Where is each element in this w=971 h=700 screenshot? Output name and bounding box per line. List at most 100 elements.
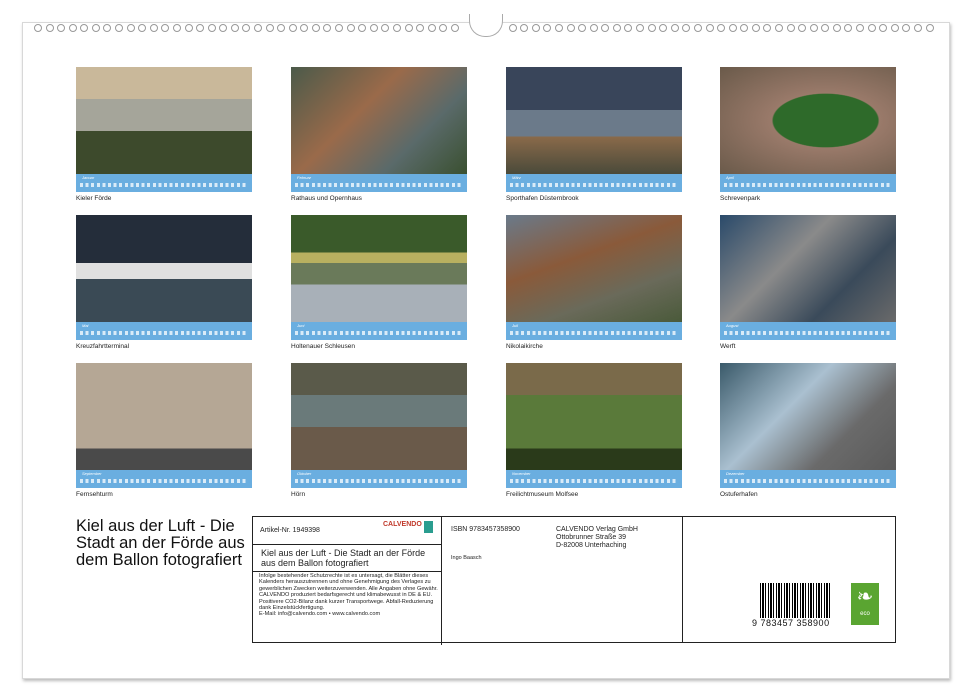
calendar-strip: Mai [76, 322, 252, 340]
ring [451, 24, 459, 32]
ring [428, 24, 436, 32]
ring [694, 24, 702, 32]
article-number: Artikel-Nr. 1949398 [260, 527, 320, 534]
day-row [724, 183, 892, 187]
ring [300, 24, 308, 32]
month-label: Oktober [297, 471, 311, 476]
month-photo [720, 67, 896, 174]
month-photo [76, 363, 252, 470]
month-photo [506, 363, 682, 470]
month-photo [506, 67, 682, 174]
ring [914, 24, 922, 32]
author: Ingo Baasch [451, 555, 482, 561]
ring [706, 24, 714, 32]
ring [798, 24, 806, 32]
eco-text: eco [860, 611, 870, 617]
ring [926, 24, 934, 32]
ring [671, 24, 679, 32]
ring [868, 24, 876, 32]
calendar-title: Kiel aus der Luft - Die Stadt an der För… [76, 518, 251, 569]
day-row [510, 331, 678, 335]
ring [150, 24, 158, 32]
ring [80, 24, 88, 32]
day-row [724, 331, 892, 335]
calendar-strip: April [720, 174, 896, 192]
month-photo [291, 363, 467, 470]
eco-label: ❧eco [851, 583, 879, 625]
month-tile: Dezember Ostuferhafen [720, 363, 896, 498]
publisher-address: CALVENDO Verlag GmbH Ottobrunner Straße … [556, 526, 638, 550]
month-photo [76, 215, 252, 322]
month-label: September [82, 471, 102, 476]
ring [821, 24, 829, 32]
month-tile: JanuarKieler Förde [76, 67, 252, 202]
ring [370, 24, 378, 32]
ring [740, 24, 748, 32]
month-label: November [512, 471, 530, 476]
day-row [80, 331, 248, 335]
ring [856, 24, 864, 32]
ring [196, 24, 204, 32]
ring [347, 24, 355, 32]
day-row [295, 331, 463, 335]
calendar-strip: März [506, 174, 682, 192]
ring [810, 24, 818, 32]
ring [844, 24, 852, 32]
ring [555, 24, 563, 32]
month-tile: OktoberHörn [291, 363, 467, 498]
month-label: Dezember [726, 471, 744, 476]
ring [729, 24, 737, 32]
calendar-strip: Januar [76, 174, 252, 192]
calendar-strip: Dezember [720, 470, 896, 488]
ring [520, 24, 528, 32]
isbn: ISBN 9783457358900 [451, 526, 520, 533]
ring [219, 24, 227, 32]
ring [590, 24, 598, 32]
month-photo [291, 67, 467, 174]
legal-notice: Infolge bestehender Schutzrechte ist es … [259, 573, 441, 611]
ring [103, 24, 111, 32]
month-label: März [512, 175, 521, 180]
ring [682, 24, 690, 32]
calendar-strip: September [76, 470, 252, 488]
month-label: Juli [512, 323, 518, 328]
ring [532, 24, 540, 32]
ring [92, 24, 100, 32]
photo-caption: Holtenauer Schleusen [291, 343, 467, 350]
publisher-city: D-82008 Unterhaching [556, 542, 638, 550]
ring [624, 24, 632, 32]
ring [138, 24, 146, 32]
ring [613, 24, 621, 32]
month-tile: Juni Holtenauer Schleusen [291, 215, 467, 350]
leaf-icon: ❧ [851, 583, 879, 611]
month-label: Januar [82, 175, 94, 180]
month-tile: AugustWerft [720, 215, 896, 350]
ring [208, 24, 216, 32]
ring [173, 24, 181, 32]
day-row [295, 479, 463, 483]
barcode [760, 583, 830, 618]
ring [601, 24, 609, 32]
month-photo [720, 215, 896, 322]
photo-caption: Werft [720, 343, 896, 350]
photo-caption: Rathaus und Opernhaus [291, 195, 467, 202]
photo-caption: Ostuferhafen [720, 491, 896, 498]
ring [115, 24, 123, 32]
contact-line: E-Mail: info@calvendo.com • www.calvendo… [259, 611, 441, 617]
ring [393, 24, 401, 32]
calendar-strip: Februar [291, 174, 467, 192]
ring [335, 24, 343, 32]
month-tile: MaiKreuzfahrtterminal [76, 215, 252, 350]
ring [659, 24, 667, 32]
ring [636, 24, 644, 32]
ring [161, 24, 169, 32]
ring [787, 24, 795, 32]
ring [763, 24, 771, 32]
month-label: Juni [297, 323, 304, 328]
month-label: Februar [297, 175, 311, 180]
ring [266, 24, 274, 32]
day-row [80, 183, 248, 187]
product-title: Kiel aus der Luft - Die Stadt an der För… [253, 545, 442, 572]
ring [34, 24, 42, 32]
ring [648, 24, 656, 32]
